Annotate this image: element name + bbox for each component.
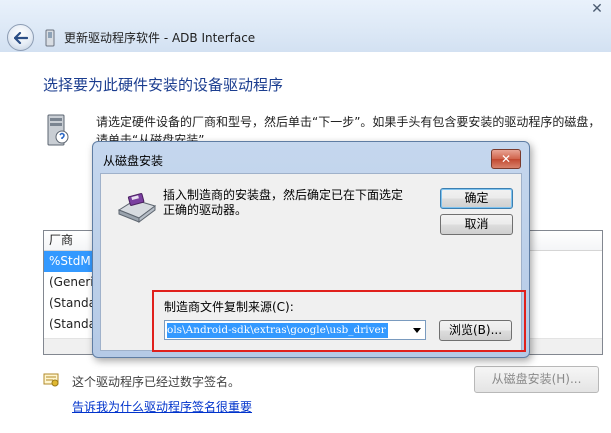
model-hscrollbar[interactable]: [523, 338, 602, 354]
signing-info-link[interactable]: 告诉我为什么驱动程序签名很重要: [72, 398, 252, 415]
signed-status-text: 这个驱动程序已经过数字签名。: [72, 375, 241, 389]
wizard-title: 更新驱动程序软件 - ADB Interface: [64, 31, 256, 45]
computer-icon: [47, 114, 69, 146]
copy-from-label: 制造商文件复制来源(C):: [164, 300, 294, 314]
cancel-button[interactable]: 取消: [440, 214, 513, 235]
back-button[interactable]: [7, 24, 34, 51]
back-arrow-icon: [13, 31, 28, 44]
browse-button[interactable]: 浏览(B)...: [439, 320, 512, 341]
dialog-title: 从磁盘安装: [103, 154, 164, 168]
have-disk-button[interactable]: 从磁盘安装(H)...: [474, 366, 599, 393]
model-column-header[interactable]: [523, 231, 602, 251]
signed-driver-icon: [43, 373, 59, 387]
ok-button[interactable]: 确定: [440, 188, 513, 209]
disk-drive-icon: [117, 193, 157, 223]
device-icon: [45, 29, 55, 47]
page-heading: 选择要为此硬件安装的设备驱动程序: [43, 76, 284, 94]
close-icon: ✕: [500, 152, 512, 166]
copy-from-value[interactable]: ols\Android-sdk\extras\google\usb_driver: [167, 323, 388, 338]
close-icon: ✕: [591, 1, 603, 17]
chevron-down-icon: [413, 327, 421, 333]
copy-from-combobox[interactable]: ols\Android-sdk\extras\google\usb_driver: [164, 320, 426, 340]
instructions-text: 请选定硬件设备的厂商和型号，然后单击“下一步”。如果手头有包含要安装的驱动程序的…: [96, 115, 601, 143]
dialog-message: 插入制造商的安装盘，然后确定已在下面选定正确的驱动器。: [163, 188, 404, 217]
model-list[interactable]: [523, 230, 603, 355]
dialog-close-button[interactable]: ✕: [491, 149, 521, 169]
wizard-close-button[interactable]: ✕: [583, 0, 611, 20]
combobox-dropdown-button[interactable]: [409, 321, 425, 339]
